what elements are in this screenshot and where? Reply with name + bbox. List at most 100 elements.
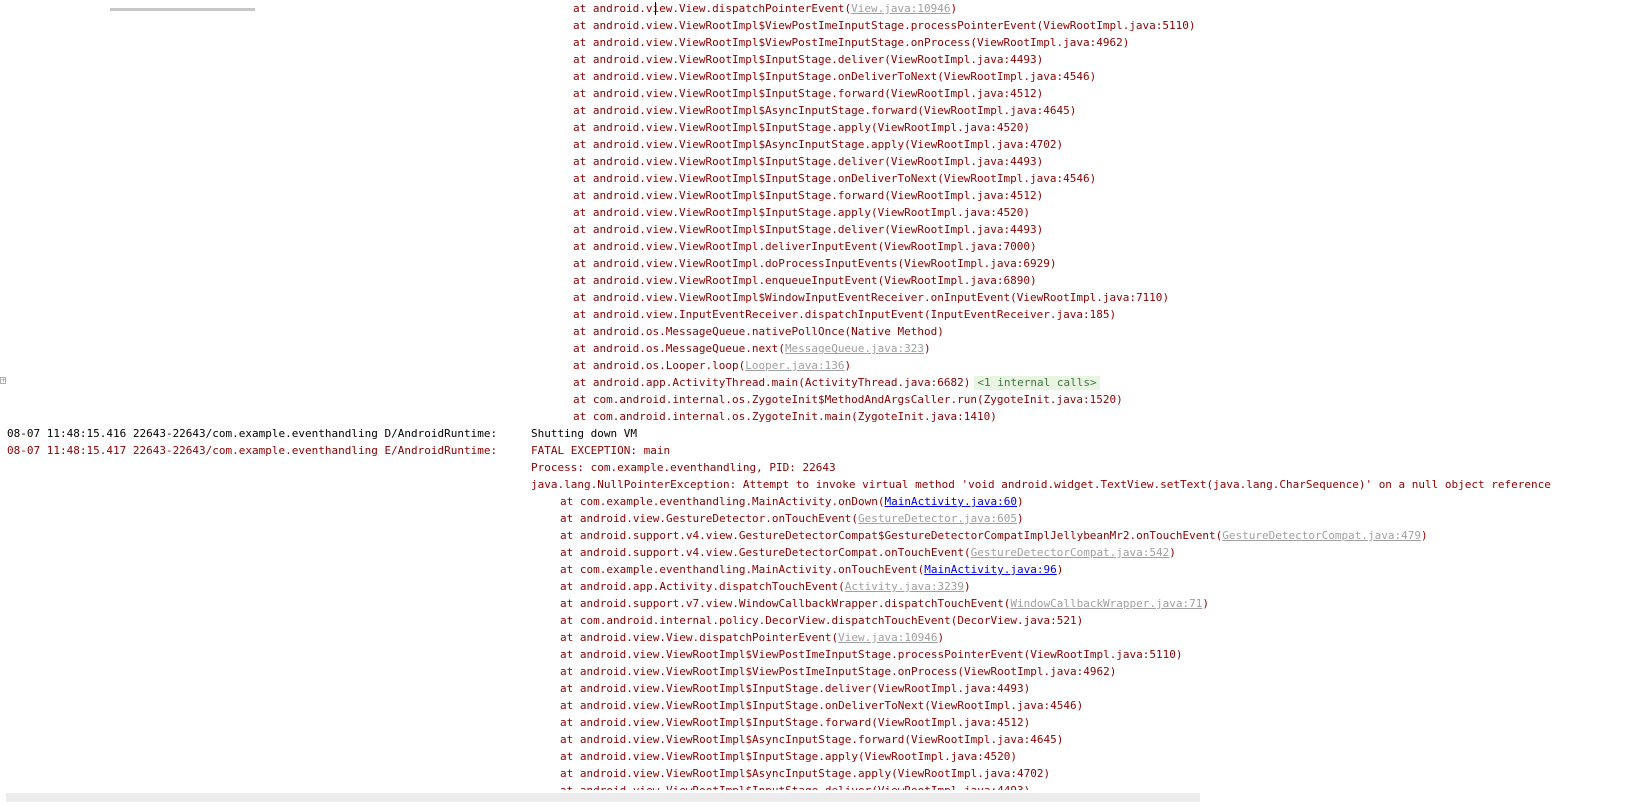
expand-icon[interactable]: + [0, 377, 6, 384]
logcat-output[interactable]: + at android.view.View.dispatchPointerEv… [0, 0, 1646, 790]
stack-frame: at android.view.ViewRootImpl$AsyncInputS… [560, 767, 1051, 780]
source-location: ViewRootImpl.java:4702 [910, 138, 1057, 151]
stack-frame: at android.view.ViewRootImpl.doProcessIn… [573, 257, 1057, 270]
source-link[interactable]: View.java:10946 [838, 631, 937, 644]
stack-frame-prefix: at [560, 733, 580, 746]
stack-frame-method: com.example.eventhandling.MainActivity.o… [579, 495, 878, 508]
log-entry-message: Shutting down VM [531, 427, 637, 440]
stack-frame: at android.view.ViewRootImpl$InputStage.… [573, 223, 1044, 236]
stack-frame: at android.view.ViewRootImpl$AsyncInputS… [573, 138, 1064, 151]
horizontal-scrollbar-thumb[interactable] [110, 8, 255, 11]
editor-gutter: + [0, 0, 6, 790]
stack-frame-prefix: at [573, 19, 593, 32]
stack-frame: at android.view.ViewRootImpl$InputStage.… [560, 682, 1031, 695]
stack-frame-method: android.view.ViewRootImpl$InputStage.onD… [579, 699, 925, 712]
stack-frame-prefix: at [573, 36, 593, 49]
stack-frame: at android.view.ViewRootImpl$InputStage.… [560, 782, 1030, 790]
stack-frame-method: android.view.ViewRootImpl$AsyncInputStag… [579, 767, 892, 780]
stack-frame-prefix: at [560, 665, 580, 678]
stack-frame-method: android.view.ViewRootImpl$ViewPostImeInp… [579, 648, 1024, 661]
source-location: ActivityThread.java:6682 [804, 376, 964, 389]
source-location: ViewRootImpl.java:6929 [904, 257, 1050, 270]
stack-frame-prefix: at [573, 376, 593, 389]
stack-frame-method: android.view.ViewRootImpl$ViewPostImeInp… [592, 36, 971, 49]
stack-frame-prefix: at [573, 172, 593, 185]
stack-frame-prefix: at [560, 682, 580, 695]
source-location: ViewRootImpl.java:4512 [877, 716, 1024, 729]
stack-frame-method: com.android.internal.policy.DecorView.di… [579, 614, 951, 627]
log-entry-header: 08-07 11:48:15.416 22643-22643/com.examp… [7, 427, 504, 440]
stack-frame: at android.view.ViewRootImpl$InputStage.… [573, 121, 1030, 134]
stack-frame-prefix: at [560, 750, 580, 763]
source-location: ViewRootImpl.java:4546 [930, 699, 1077, 712]
source-location: ZygoteInit.java:1520 [983, 393, 1117, 406]
source-link[interactable]: Activity.java:3239 [845, 580, 964, 593]
stack-frame: at android.support.v7.view.WindowCallbac… [560, 597, 1210, 610]
source-link[interactable]: WindowCallbackWrapper.java:71 [1010, 597, 1202, 610]
source-location: ViewRootImpl.java:5110 [1043, 19, 1189, 32]
stack-frame: at android.os.MessageQueue.nativePollOnc… [573, 325, 944, 338]
source-link[interactable]: Looper.java:136 [745, 359, 844, 372]
stack-frame-prefix: at [560, 782, 580, 790]
stack-frame-method: android.view.ViewRootImpl.deliverInputEv… [592, 240, 878, 253]
source-link[interactable]: GestureDetectorCompat.java:542 [971, 546, 1170, 559]
stack-frame-prefix: at [573, 70, 593, 83]
stack-frame-method: android.view.ViewRootImpl$InputStage.del… [592, 155, 885, 168]
source-link[interactable]: MainActivity.java:96 [924, 563, 1056, 576]
stack-frame: at android.view.ViewRootImpl$InputStage.… [573, 206, 1030, 219]
stack-frame-method: com.android.internal.os.ZygoteInit$Metho… [592, 393, 977, 406]
stack-frame-method: android.os.Looper.loop [592, 359, 739, 372]
log-entry: 08-07 11:48:15.416 22643-22643/com.examp… [7, 425, 637, 442]
horizontal-scrollbar[interactable] [6, 793, 1200, 802]
stack-frame: at android.view.ViewRootImpl.deliverInpu… [573, 240, 1037, 253]
stack-frame-method: com.example.eventhandling.MainActivity.o… [579, 563, 918, 576]
stack-frame-method: android.view.GestureDetector.onTouchEven… [579, 512, 852, 525]
log-entry: 08-07 11:48:15.417 22643-22643/com.examp… [7, 442, 670, 459]
log-entry-header: 08-07 11:48:15.417 22643-22643/com.examp… [7, 444, 504, 457]
stack-frame: at android.support.v4.view.GestureDetect… [560, 546, 1176, 559]
stack-frame: at android.view.ViewRootImpl$ViewPostIme… [560, 665, 1117, 678]
stack-frame: at android.view.View.dispatchPointerEven… [573, 2, 958, 15]
source-location: ViewRootImpl.java:6890 [884, 274, 1030, 287]
stack-frame: at android.view.ViewRootImpl.enqueueInpu… [573, 274, 1037, 287]
stack-frame-prefix: at [560, 563, 580, 576]
stack-frame-method: android.view.ViewRootImpl$AsyncInputStag… [592, 138, 905, 151]
stack-frame-prefix: at [560, 614, 580, 627]
stack-frame: at android.view.ViewRootImpl$AsyncInputS… [573, 104, 1077, 117]
source-location: ViewRootImpl.java:7000 [884, 240, 1030, 253]
stack-frame-prefix: at [560, 546, 580, 559]
stack-frame-prefix: at [560, 597, 580, 610]
source-link[interactable]: GestureDetectorCompat.java:479 [1222, 529, 1421, 542]
stack-frame-prefix: at [573, 206, 593, 219]
stack-frame: at android.view.ViewRootImpl$InputStage.… [560, 716, 1031, 729]
stack-frame-method: android.view.ViewRootImpl.enqueueInputEv… [592, 274, 878, 287]
stack-frame: at com.android.internal.os.ZygoteInit.ma… [573, 410, 997, 423]
source-location: ViewRootImpl.java:4493 [890, 155, 1037, 168]
source-location: ViewRootImpl.java:4520 [877, 121, 1024, 134]
stack-frame-prefix: at [573, 359, 593, 372]
stack-frame-prefix: at [573, 274, 593, 287]
stack-frame: at android.os.MessageQueue.next(MessageQ… [573, 342, 931, 355]
stack-frame-method: android.os.MessageQueue.nativePollOnce [592, 325, 845, 338]
stack-frame: at com.example.eventhandling.MainActivit… [560, 563, 1064, 576]
stack-frame-prefix: at [573, 155, 593, 168]
stack-frame-prefix: at [573, 325, 593, 338]
internal-calls-fold[interactable]: <1 internal calls> [974, 376, 1100, 390]
stack-frame-prefix: at [573, 410, 593, 423]
source-link[interactable]: View.java:10946 [851, 2, 950, 15]
source-location: ViewRootImpl.java:4645 [924, 104, 1070, 117]
source-link[interactable]: MessageQueue.java:323 [785, 342, 924, 355]
source-location: ViewRootImpl.java:4520 [877, 206, 1024, 219]
stack-frame-method: android.view.ViewRootImpl$InputStage.app… [592, 206, 872, 219]
stack-frame: at android.view.ViewRootImpl$ViewPostIme… [573, 19, 1196, 32]
source-link[interactable]: GestureDetector.java:605 [858, 512, 1017, 525]
source-link[interactable]: MainActivity.java:60 [885, 495, 1017, 508]
stack-frame-method: android.view.ViewRootImpl$AsyncInputStag… [592, 104, 918, 117]
stack-frame-prefix: at [573, 291, 593, 304]
source-location: ViewRootImpl.java:4645 [911, 733, 1057, 746]
stack-frame-prefix: at [573, 257, 593, 270]
stack-frame-method: android.view.ViewRootImpl$InputStage.app… [579, 750, 859, 763]
source-location: ViewRootImpl.java:4512 [890, 189, 1037, 202]
stack-frame-prefix: at [573, 189, 593, 202]
source-location: ViewRootImpl.java:4546 [943, 172, 1090, 185]
